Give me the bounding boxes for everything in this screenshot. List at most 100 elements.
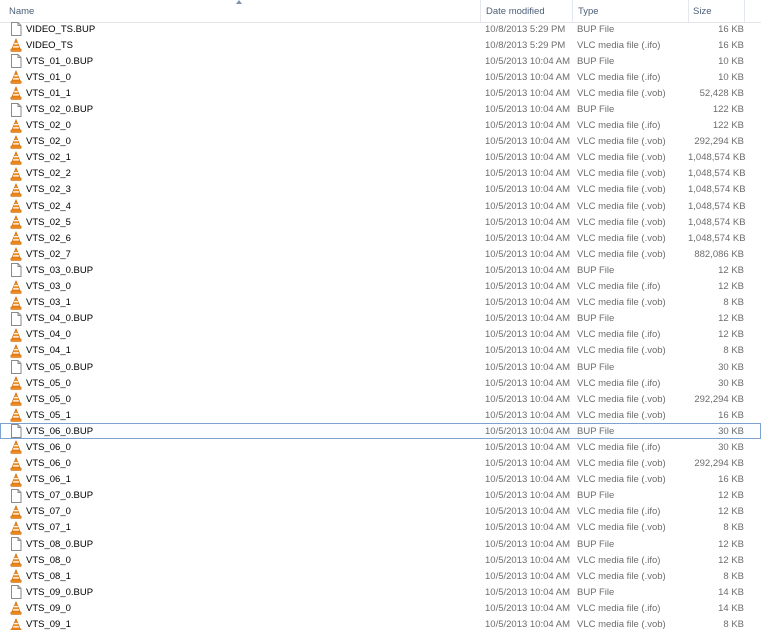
file-date-modified: 10/5/2013 10:04 AM xyxy=(485,87,571,99)
file-date-modified: 10/5/2013 10:04 AM xyxy=(485,216,571,228)
file-name-cell: VTS_04_1 xyxy=(0,343,480,358)
file-type: VLC media file (.vob) xyxy=(577,200,666,212)
vlc-cone-icon xyxy=(10,182,22,197)
file-row[interactable]: VTS_07_0.BUP 10/5/2013 10:04 AM BUP File 12… xyxy=(0,488,761,504)
column-header-type[interactable]: Type xyxy=(572,0,688,22)
file-size: 1,048,574 KB xyxy=(688,200,746,212)
file-row[interactable]: VTS_03_1 10/5/2013 10:04 AM VLC media file… xyxy=(0,295,761,311)
file-type: VLC media file (.vob) xyxy=(577,216,666,228)
column-header-name[interactable]: Name xyxy=(0,0,480,22)
column-header-date-modified[interactable]: Date modified xyxy=(480,0,572,22)
file-date-modified: 10/5/2013 10:04 AM xyxy=(485,409,571,421)
file-name: VTS_02_0 xyxy=(26,136,71,148)
document-icon xyxy=(10,360,22,375)
file-name: VTS_02_0.BUP xyxy=(26,104,94,116)
file-row[interactable]: VTS_02_2 10/5/2013 10:04 AM VLC media file… xyxy=(0,166,761,182)
file-row[interactable]: VTS_01_0.BUP 10/5/2013 10:04 AM BUP File 10… xyxy=(0,53,761,69)
file-row[interactable]: VTS_02_0.BUP 10/5/2013 10:04 AM BUP File 12… xyxy=(0,101,761,117)
file-row[interactable]: VTS_06_0 10/5/2013 10:04 AM VLC media file… xyxy=(0,456,761,472)
file-name: VTS_02_5 xyxy=(26,216,71,228)
file-row[interactable]: VTS_03_0.BUP 10/5/2013 10:04 AM BUP File 12… xyxy=(0,262,761,278)
file-type: VLC media file (.ifo) xyxy=(577,554,661,566)
file-name-cell: VTS_03_0 xyxy=(0,279,480,294)
file-row[interactable]: VTS_08_0.BUP 10/5/2013 10:04 AM BUP File 12… xyxy=(0,536,761,552)
file-size: 16 KB xyxy=(718,23,744,35)
file-type: VLC media file (.ifo) xyxy=(577,329,661,341)
file-name-cell: VTS_01_1 xyxy=(0,86,480,101)
file-row[interactable]: VTS_07_1 10/5/2013 10:04 AM VLC media file… xyxy=(0,520,761,536)
file-row[interactable]: VTS_06_1 10/5/2013 10:04 AM VLC media file… xyxy=(0,472,761,488)
vlc-cone-icon xyxy=(10,247,22,262)
file-row[interactable]: VTS_09_0 10/5/2013 10:04 AM VLC media file… xyxy=(0,600,761,616)
file-row[interactable]: VTS_04_0 10/5/2013 10:04 AM VLC media file… xyxy=(0,327,761,343)
file-name: VTS_06_1 xyxy=(26,474,71,486)
file-date-modified: 10/5/2013 10:04 AM xyxy=(485,313,571,325)
file-type: VLC media file (.ifo) xyxy=(577,39,661,51)
document-icon xyxy=(10,54,22,69)
file-row[interactable]: VTS_02_7 10/5/2013 10:04 AM VLC media file… xyxy=(0,246,761,262)
file-date-modified: 10/5/2013 10:04 AM xyxy=(485,248,571,260)
file-name: VTS_06_0.BUP xyxy=(26,425,94,437)
file-date-modified: 10/5/2013 10:04 AM xyxy=(485,458,571,470)
file-name-cell: VTS_04_0 xyxy=(0,327,480,342)
file-row[interactable]: VTS_06_0 10/5/2013 10:04 AM VLC media file… xyxy=(0,439,761,455)
file-date-modified: 10/8/2013 5:29 PM xyxy=(485,23,566,35)
file-name-cell: VTS_02_0.BUP xyxy=(0,102,480,117)
file-row[interactable]: VTS_02_5 10/5/2013 10:04 AM VLC media file… xyxy=(0,214,761,230)
column-header-size[interactable]: Size xyxy=(688,0,744,22)
file-name-cell: VTS_01_0 xyxy=(0,70,480,85)
file-size: 12 KB xyxy=(718,538,744,550)
file-date-modified: 10/5/2013 10:04 AM xyxy=(485,232,571,244)
file-row[interactable]: VTS_05_0 10/5/2013 10:04 AM VLC media file… xyxy=(0,375,761,391)
file-date-modified: 10/5/2013 10:04 AM xyxy=(485,168,571,180)
file-size: 30 KB xyxy=(718,361,744,373)
file-name: VTS_04_1 xyxy=(26,345,71,357)
file-row[interactable]: VTS_06_0.BUP 10/5/2013 10:04 AM BUP File 30… xyxy=(0,423,761,440)
vlc-cone-icon xyxy=(10,166,22,181)
file-row[interactable]: VTS_04_1 10/5/2013 10:04 AM VLC media file… xyxy=(0,343,761,359)
vlc-cone-icon xyxy=(10,295,22,310)
file-type: VLC media file (.vob) xyxy=(577,248,666,260)
file-row[interactable]: VTS_02_3 10/5/2013 10:04 AM VLC media file… xyxy=(0,182,761,198)
file-row[interactable]: VTS_09_0.BUP 10/5/2013 10:04 AM BUP File 14… xyxy=(0,584,761,600)
file-size: 10 KB xyxy=(718,55,744,67)
vlc-cone-icon xyxy=(10,134,22,149)
file-name: VTS_01_0.BUP xyxy=(26,55,94,67)
file-row[interactable]: VTS_02_4 10/5/2013 10:04 AM VLC media file… xyxy=(0,198,761,214)
file-name: VTS_05_0 xyxy=(26,393,71,405)
file-row[interactable]: VTS_07_0 10/5/2013 10:04 AM VLC media file… xyxy=(0,504,761,520)
file-row[interactable]: VTS_01_1 10/5/2013 10:04 AM VLC media file… xyxy=(0,85,761,101)
vlc-cone-icon xyxy=(10,617,22,630)
file-row[interactable]: VTS_02_0 10/5/2013 10:04 AM VLC media file… xyxy=(0,118,761,134)
file-row[interactable]: VTS_08_1 10/5/2013 10:04 AM VLC media file… xyxy=(0,568,761,584)
file-row[interactable]: VTS_01_0 10/5/2013 10:04 AM VLC media file… xyxy=(0,69,761,85)
vlc-cone-icon xyxy=(10,279,22,294)
file-size: 122 KB xyxy=(712,104,744,116)
file-name-cell: VTS_09_0.BUP xyxy=(0,585,480,600)
file-row[interactable]: VTS_05_1 10/5/2013 10:04 AM VLC media file… xyxy=(0,407,761,423)
column-header-type-label: Type xyxy=(578,5,599,17)
file-row[interactable]: VTS_02_1 10/5/2013 10:04 AM VLC media file… xyxy=(0,150,761,166)
file-size: 12 KB xyxy=(718,506,744,518)
file-row[interactable]: VIDEO_TS.BUP 10/8/2013 5:29 PM BUP File 16 … xyxy=(0,21,761,37)
file-row[interactable]: VTS_05_0.BUP 10/5/2013 10:04 AM BUP File 30… xyxy=(0,359,761,375)
file-row[interactable]: VTS_02_6 10/5/2013 10:04 AM VLC media file… xyxy=(0,230,761,246)
file-name-cell: VTS_07_0 xyxy=(0,504,480,519)
file-date-modified: 10/5/2013 10:04 AM xyxy=(485,264,571,276)
file-row[interactable]: VTS_04_0.BUP 10/5/2013 10:04 AM BUP File 12… xyxy=(0,311,761,327)
file-row[interactable]: VTS_02_0 10/5/2013 10:04 AM VLC media file… xyxy=(0,134,761,150)
file-row[interactable]: VTS_08_0 10/5/2013 10:04 AM VLC media file… xyxy=(0,552,761,568)
file-date-modified: 10/5/2013 10:04 AM xyxy=(485,441,571,453)
vlc-cone-icon xyxy=(10,376,22,390)
file-row[interactable]: VTS_09_1 10/5/2013 10:04 AM VLC media file… xyxy=(0,616,761,630)
file-row[interactable]: VTS_03_0 10/5/2013 10:04 AM VLC media file… xyxy=(0,279,761,295)
file-row[interactable]: VTS_05_0 10/5/2013 10:04 AM VLC media file… xyxy=(0,391,761,407)
column-header-bar: Name Date modified Type Size xyxy=(0,0,761,23)
file-date-modified: 10/5/2013 10:04 AM xyxy=(485,393,571,405)
file-type: VLC media file (.vob) xyxy=(577,619,666,630)
file-size: 12 KB xyxy=(718,329,744,341)
file-row[interactable]: VIDEO_TS 10/8/2013 5:29 PM VLC media file … xyxy=(0,37,761,53)
file-name-cell: VTS_06_0.BUP xyxy=(0,424,480,439)
vlc-cone-icon xyxy=(10,569,22,583)
file-name: VTS_02_7 xyxy=(26,248,71,260)
